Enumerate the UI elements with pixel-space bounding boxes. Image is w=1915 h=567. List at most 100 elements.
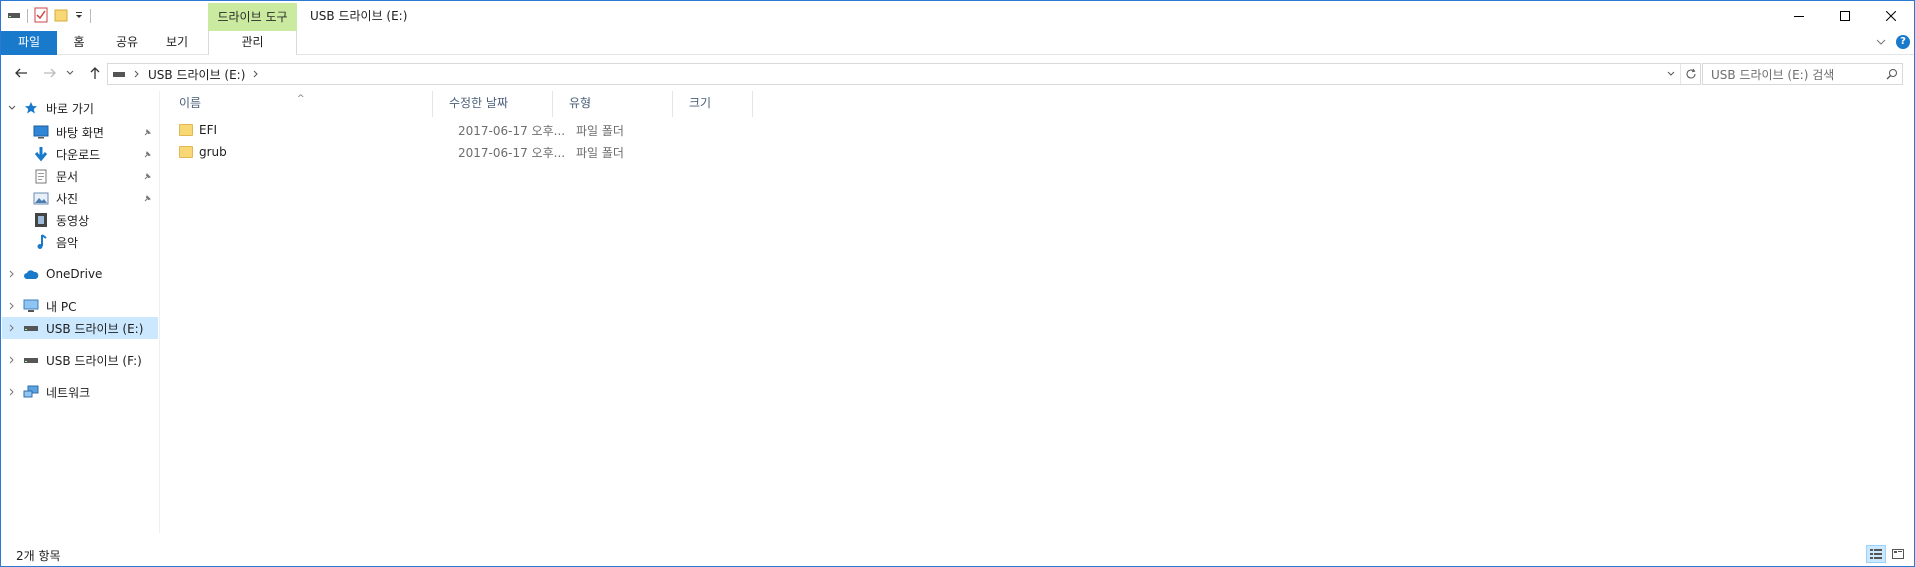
explorer-window: 드라이브 도구 USB 드라이브 (E:) 파일 홈 공유 보기 관리 ? US…	[0, 0, 1915, 567]
nav-item-downloads[interactable]: 다운로드	[2, 143, 158, 165]
expand-ribbon-icon[interactable]	[1876, 35, 1886, 49]
column-header-type[interactable]: 유형	[553, 91, 673, 117]
file-type: 파일 폴더	[576, 145, 624, 160]
document-icon	[32, 168, 50, 184]
search-placeholder: USB 드라이브 (E:) 검색	[1711, 67, 1835, 82]
pin-icon[interactable]	[140, 128, 154, 137]
download-icon	[32, 146, 50, 162]
up-arrow-icon	[90, 67, 100, 79]
status-bar: 2개 항목	[2, 543, 1914, 567]
computer-icon	[22, 298, 40, 314]
pin-icon[interactable]	[140, 150, 154, 159]
nav-usb-f[interactable]: USB 드라이브 (F:)	[2, 349, 158, 371]
tab-view[interactable]: 보기	[157, 31, 197, 55]
close-button[interactable]	[1868, 1, 1914, 31]
file-date: 2017-06-17 오후...	[458, 145, 566, 160]
nav-item-documents[interactable]: 문서	[2, 165, 158, 187]
breadcrumb-item-usb-e[interactable]: USB 드라이브 (E:)	[148, 66, 245, 83]
nav-label: 음악	[56, 235, 79, 250]
nav-quick-access[interactable]: 바로 가기	[2, 97, 158, 119]
sort-ascending-icon: ^	[297, 94, 305, 104]
table-row[interactable]: grub 2017-06-17 오후... 파일 폴더	[179, 142, 779, 162]
tab-home[interactable]: 홈	[61, 31, 97, 55]
drive-icon	[22, 352, 40, 368]
breadcrumb-separator-icon[interactable]	[253, 67, 259, 81]
search-icon[interactable]	[1882, 68, 1902, 80]
refresh-button[interactable]	[1680, 64, 1700, 84]
close-icon	[1886, 11, 1896, 21]
nav-item-desktop[interactable]: 바탕 화면	[2, 121, 158, 143]
large-icons-view-icon	[1892, 549, 1904, 559]
qat-dropdown-icon[interactable]	[74, 9, 84, 23]
file-list: 이름 ^ 수정한 날짜 유형 크기 EFI 2017-06-17 오후... 파…	[163, 91, 1913, 533]
cloud-icon	[22, 266, 40, 282]
chevron-right-icon[interactable]	[2, 356, 22, 364]
nav-label: 바로 가기	[46, 101, 94, 116]
refresh-icon	[1686, 68, 1696, 79]
qat-separator	[27, 9, 28, 23]
nav-this-pc[interactable]: 내 PC	[2, 295, 158, 317]
nav-usb-e[interactable]: USB 드라이브 (E:)	[2, 317, 158, 339]
column-header-size[interactable]: 크기	[673, 91, 753, 117]
nav-label: 사진	[56, 191, 79, 206]
pictures-icon	[32, 190, 50, 206]
column-label: 이름	[179, 96, 202, 110]
pin-icon[interactable]	[140, 194, 154, 203]
item-count: 2개 항목	[16, 549, 61, 563]
star-icon	[22, 100, 40, 116]
nav-item-videos[interactable]: 동영상	[2, 209, 158, 231]
title-bar: 드라이브 도구 USB 드라이브 (E:)	[1, 1, 1914, 31]
search-box[interactable]: USB 드라이브 (E:) 검색	[1702, 63, 1903, 85]
nav-label: USB 드라이브 (E:)	[46, 321, 144, 336]
view-switcher	[1866, 545, 1908, 563]
quick-access-toolbar	[7, 7, 91, 25]
tab-share[interactable]: 공유	[105, 31, 149, 55]
nav-label: 다운로드	[56, 147, 101, 162]
drive-icon	[7, 9, 21, 23]
tab-manage[interactable]: 관리	[208, 31, 297, 55]
help-icon[interactable]: ?	[1896, 35, 1910, 49]
nav-item-music[interactable]: 음악	[2, 231, 158, 253]
nav-label: 네트워크	[46, 385, 91, 400]
forward-button[interactable]	[39, 59, 61, 87]
chevron-right-icon[interactable]	[2, 388, 22, 396]
column-header-date[interactable]: 수정한 날짜	[433, 91, 553, 117]
maximize-button[interactable]	[1822, 1, 1868, 31]
music-note-icon	[32, 234, 50, 250]
tab-file[interactable]: 파일	[1, 31, 57, 55]
up-button[interactable]	[84, 59, 106, 87]
details-view-button[interactable]	[1866, 545, 1886, 563]
address-dropdown-button[interactable]	[1662, 64, 1680, 84]
minimize-button[interactable]	[1776, 1, 1822, 31]
file-name: grub	[199, 145, 227, 159]
navigation-pane: 바로 가기 바탕 화면 다운로드 문서 사진 동영상 음악 OneDrive 내…	[2, 91, 160, 533]
chevron-down-icon[interactable]	[2, 105, 22, 111]
breadcrumb-separator-icon[interactable]	[134, 67, 140, 81]
column-header-name[interactable]: 이름 ^	[163, 91, 433, 117]
forward-arrow-icon	[44, 68, 56, 78]
details-view-icon	[1870, 549, 1882, 559]
chevron-right-icon[interactable]	[2, 324, 22, 332]
pin-icon[interactable]	[140, 172, 154, 181]
file-type: 파일 폴더	[576, 123, 624, 138]
recent-locations-button[interactable]	[63, 59, 77, 87]
nav-label: OneDrive	[46, 267, 103, 281]
file-name: EFI	[199, 123, 218, 137]
chevron-right-icon[interactable]	[2, 302, 22, 310]
nav-onedrive[interactable]: OneDrive	[2, 263, 158, 285]
new-folder-icon[interactable]	[54, 8, 68, 25]
properties-icon[interactable]	[34, 7, 48, 26]
address-row: USB 드라이브 (E:) USB 드라이브 (E:) 검색	[1, 59, 1914, 87]
large-icons-view-button[interactable]	[1888, 545, 1908, 563]
maximize-icon	[1840, 11, 1850, 21]
nav-item-pictures[interactable]: 사진	[2, 187, 158, 209]
back-button[interactable]	[10, 59, 32, 87]
minimize-icon	[1794, 16, 1804, 17]
table-row[interactable]: EFI 2017-06-17 오후... 파일 폴더	[179, 120, 779, 140]
column-label: 크기	[689, 96, 712, 110]
nav-network[interactable]: 네트워크	[2, 381, 158, 403]
network-icon	[22, 384, 40, 400]
folder-icon	[179, 146, 193, 158]
address-bar[interactable]: USB 드라이브 (E:)	[107, 63, 1701, 85]
chevron-right-icon[interactable]	[2, 270, 22, 278]
